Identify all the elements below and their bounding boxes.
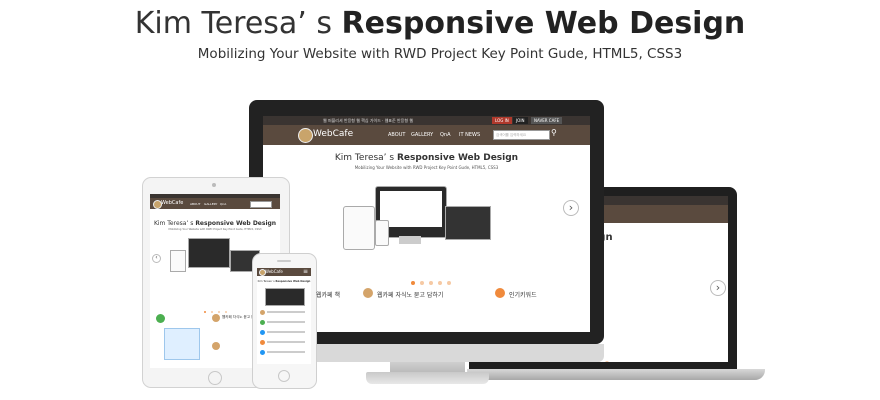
tablet-nav: WebCafe ABOUT GALLERY QnA <box>150 198 280 209</box>
tablet-nav-qna[interactable]: QnA <box>220 202 226 206</box>
hero-title-bold: Responsive Web Design <box>396 153 519 163</box>
hero-next-arrow[interactable]: › <box>563 200 579 216</box>
phone-list-icon-1 <box>260 310 265 315</box>
hero-tablet-image <box>343 206 375 250</box>
hero-title-prefix: Kim Teresa’ s <box>334 153 397 163</box>
monitor-carousel-dots <box>411 270 452 289</box>
tablet-prev-arrow[interactable]: ‹ <box>152 254 161 263</box>
hero-laptop-image <box>445 206 491 240</box>
phone-hero-title: Kim Teresa’ s Responsive Web Design <box>257 280 311 283</box>
phone-nav: WebCafe ≡ <box>257 268 311 276</box>
carousel-dot[interactable] <box>438 281 443 285</box>
tablet-nav-about[interactable]: ABOUT <box>190 202 200 206</box>
monitor-section-short[interactable]: 웹카페 책 <box>316 290 340 299</box>
monitor-hero-subtitle: Mobilizing Your Website with RWD Project… <box>354 165 499 170</box>
monitor-stand-base <box>366 372 489 384</box>
keyword-section-title[interactable]: 인기키워드 <box>509 290 537 299</box>
tablet-hero-title: Kim Teresa’ s Responsive Web Design <box>150 220 280 227</box>
keyword-section-icon <box>495 288 505 298</box>
laptop-next-arrow[interactable]: › <box>710 280 726 296</box>
phone-speaker <box>277 260 291 262</box>
nav-about[interactable]: ABOUT <box>388 132 405 138</box>
search-icon[interactable]: ⚲ <box>551 128 557 137</box>
laptop-base <box>467 369 765 380</box>
page-subtitle: Mobilizing Your Website with RWD Project… <box>197 46 683 62</box>
headline-bold: Responsive Web Design <box>341 6 746 41</box>
tablet-green-icon <box>156 314 165 323</box>
phone-list-icon-5 <box>260 350 265 355</box>
search-input[interactable]: 검색어를 입력하세요 <box>493 130 550 140</box>
tablet-qna-icon <box>212 314 220 322</box>
nav-qna[interactable]: QnA <box>440 132 451 138</box>
phone-home-button <box>278 370 290 382</box>
phone-menu-icon[interactable]: ≡ <box>303 268 308 275</box>
carousel-dot[interactable] <box>211 311 214 313</box>
monitor-nav: WebCafe ABOUT GALLERY QnA IT NEWS 검색어를 입… <box>263 125 590 145</box>
phone-list-line-2 <box>267 321 305 323</box>
tablet-logo-text[interactable]: WebCafe <box>161 200 183 206</box>
carousel-dot[interactable] <box>218 311 221 313</box>
phone-hero-title-bold: Responsive Web Design <box>275 280 311 283</box>
carousel-dot[interactable] <box>605 361 610 362</box>
phone-list-line-4 <box>267 341 305 343</box>
topbar-notice: 웹 퍼블리셔 반응형 웹 핵심 가이드 · 웹표준 반응형 웹 <box>323 118 413 123</box>
phone-logo-text[interactable]: WebCafe <box>265 269 283 274</box>
tablet-hero-title-prefix: Kim Teresa’ s <box>153 220 196 227</box>
carousel-dot-active[interactable] <box>411 281 415 285</box>
monitor-topbar: 웹 퍼블리셔 반응형 웹 핵심 가이드 · 웹표준 반응형 웹 LOG IN J… <box>263 116 590 125</box>
carousel-dot[interactable] <box>429 281 434 285</box>
headline-prefix: Kim Teresa’ s <box>134 6 342 41</box>
phone-list-line-3 <box>267 331 305 333</box>
qna-section-title[interactable]: 웹카페 자식노 묻고 답하기 <box>377 290 443 299</box>
login-button[interactable]: LOG IN <box>492 117 512 124</box>
phone-hero-image <box>265 288 305 306</box>
carousel-dot[interactable] <box>420 281 425 285</box>
phone-list-icon-2 <box>260 320 265 325</box>
tablet-list-icon <box>212 342 220 350</box>
tablet-camera <box>212 183 216 187</box>
qna-section-icon <box>363 288 373 298</box>
phone-list-line-1 <box>267 311 305 313</box>
hero-monitor-stand <box>399 236 421 244</box>
tablet-hero-subtitle: Mobilizing Your Website with RWD Project… <box>168 228 262 231</box>
monitor-hero-title: Kim Teresa’ s Responsive Web Design <box>263 153 590 163</box>
carousel-dot-active[interactable] <box>204 311 206 313</box>
tablet-home-button <box>208 371 222 385</box>
nav-gallery[interactable]: GALLERY <box>411 132 433 138</box>
join-button[interactable]: JOIN <box>513 117 528 124</box>
tablet-search-input[interactable] <box>250 201 272 208</box>
hero-phone-image <box>375 220 389 246</box>
phone-hero-title-prefix: Kim Teresa’ s <box>257 280 276 283</box>
tablet-book-card[interactable] <box>164 328 200 360</box>
naver-cafe-button[interactable]: NAVER CAFE <box>531 117 563 124</box>
carousel-dot[interactable] <box>447 281 452 285</box>
monitor-stand-neck <box>390 362 465 372</box>
phone-screen: WebCafe ≡ Kim Teresa’ s Responsive Web D… <box>257 268 311 364</box>
nav-itnews[interactable]: IT NEWS <box>459 132 480 138</box>
webcafe-logo-icon[interactable] <box>298 128 313 143</box>
page-headline: Kim Teresa’ s Responsive Web Design <box>0 4 880 44</box>
phone-list-icon-3 <box>260 330 265 335</box>
webcafe-logo-text[interactable]: WebCafe <box>313 129 353 139</box>
tablet-hero-title-bold: Responsive Web Design <box>195 220 277 227</box>
carousel-dot[interactable] <box>225 311 228 313</box>
phone-list-icon-4 <box>260 340 265 345</box>
tablet-hero-tablet-image <box>170 250 186 272</box>
tablet-nav-gallery[interactable]: GALLERY <box>204 202 217 206</box>
tablet-hero-monitor-image <box>188 238 230 268</box>
phone-list-line-5 <box>267 351 305 353</box>
